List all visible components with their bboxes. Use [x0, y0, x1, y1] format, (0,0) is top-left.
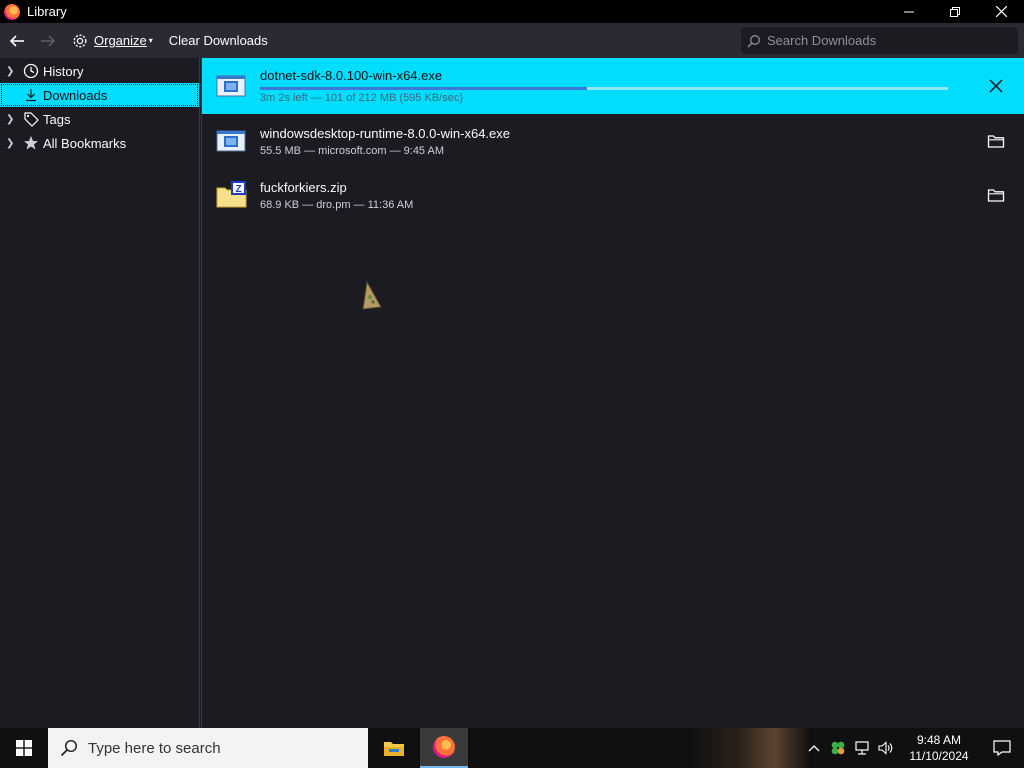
folder-icon: [987, 135, 1005, 148]
arrow-left-icon: [9, 34, 24, 47]
search-box: [741, 27, 1018, 54]
firefox-logo-icon: [4, 3, 20, 20]
download-progress-fill: [260, 87, 588, 90]
chevron-right-icon[interactable]: ❯: [6, 138, 18, 149]
desktop-pet-sprite-icon: [359, 280, 383, 314]
download-status: 68.9 KB — dro.pm — 11:36 AM: [260, 198, 414, 211]
download-progress-bar: [260, 87, 948, 90]
taskbar-search-box[interactable]: Type here to search: [48, 728, 368, 768]
organize-label: Organize: [94, 33, 147, 48]
sidebar-item-history[interactable]: ❯ History: [0, 59, 199, 83]
show-in-folder-button[interactable]: [976, 175, 1016, 215]
sidebar-item-label: Downloads: [43, 87, 108, 103]
chevron-right-icon[interactable]: ❯: [6, 114, 18, 125]
sidebar-item-label: Tags: [43, 111, 71, 127]
tray-app-icon[interactable]: [826, 728, 850, 768]
exe-file-icon: [216, 126, 246, 156]
close-icon: [989, 79, 1003, 93]
download-icon: [22, 86, 40, 104]
window-controls: [886, 0, 1024, 23]
clock-time: 9:48 AM: [916, 733, 962, 747]
chevron-right-icon[interactable]: ❯: [6, 66, 18, 77]
download-status: 55.5 MB — microsoft.com — 9:45 AM: [260, 144, 445, 157]
library-toolbar: Organize ▾ Clear Downloads: [0, 23, 1024, 58]
file-explorer-icon: [384, 742, 404, 756]
sidebar-item-label: History: [43, 63, 84, 79]
exe-file-icon: [216, 71, 246, 101]
chevron-up-icon: [808, 745, 820, 752]
taskbar-search-placeholder: Type here to search: [88, 739, 221, 757]
clock-icon: [22, 62, 40, 80]
download-filename: fuckforkiers.zip: [260, 179, 347, 195]
sidebar-item-all-bookmarks[interactable]: ❯ All Bookmarks: [0, 131, 199, 155]
show-in-folder-button[interactable]: [976, 121, 1016, 161]
download-filename: windowsdesktop-runtime-8.0.0-win-x64.exe: [260, 125, 511, 141]
chevron-down-icon: ▾: [148, 36, 153, 45]
close-window-button[interactable]: [978, 0, 1024, 23]
sidebar-item-tags[interactable]: ❯ Tags: [0, 107, 199, 131]
speaker-icon: [878, 741, 893, 755]
taskbar-clock[interactable]: 9:48 AM 11/10/2024: [904, 732, 974, 764]
clock-date: 11/10/2024: [909, 749, 969, 763]
sidebar-item-label: All Bookmarks: [43, 135, 127, 151]
clear-downloads-button[interactable]: Clear Downloads: [169, 33, 268, 48]
download-item[interactable]: windowsdesktop-runtime-8.0.0-win-x64.exe…: [202, 114, 1024, 168]
network-button[interactable]: [850, 728, 874, 768]
svg-text:Z: Z: [235, 184, 241, 195]
firefox-icon: [433, 736, 455, 758]
forward-button[interactable]: [34, 27, 62, 55]
notification-icon: [993, 740, 1011, 756]
volume-button[interactable]: [874, 728, 898, 768]
network-icon: [855, 741, 869, 755]
notifications-button[interactable]: [980, 728, 1024, 768]
title-bar: Library: [0, 0, 1024, 23]
window-title: Library: [27, 4, 67, 19]
library-sidebar: ❯ History Downloads ❯ Tags ❯ All Bookmar…: [0, 58, 200, 728]
back-button[interactable]: [3, 27, 31, 55]
download-item[interactable]: Z fuckforkiers.zip 68.9 KB — dro.pm — 11…: [202, 168, 1024, 222]
organize-menu-button[interactable]: Organize ▾: [68, 28, 157, 54]
clover-icon: [831, 741, 845, 755]
minimize-button[interactable]: [886, 0, 932, 23]
wallpaper-fragment: [690, 728, 810, 768]
taskbar-file-explorer[interactable]: [370, 728, 418, 768]
download-filename: dotnet-sdk-8.0.100-win-x64.exe: [260, 68, 443, 83]
taskbar-firefox[interactable]: [420, 728, 468, 768]
download-status: 3m 2s left — 101 of 212 MB (595 KB/sec): [260, 92, 463, 104]
tag-icon: [22, 110, 40, 128]
cancel-download-button[interactable]: [976, 66, 1016, 106]
windows-taskbar: Type here to search 9:48 AM 11/10/2024: [0, 728, 1024, 768]
star-icon: [22, 134, 40, 152]
arrow-right-icon: [41, 34, 56, 47]
folder-icon: [987, 189, 1005, 202]
download-item[interactable]: dotnet-sdk-8.0.100-win-x64.exe 3m 2s lef…: [202, 58, 1024, 114]
zip-file-icon: Z: [216, 180, 247, 210]
restore-button[interactable]: [932, 0, 978, 23]
search-downloads-input[interactable]: [765, 32, 1005, 49]
show-hidden-icons-button[interactable]: [802, 728, 826, 768]
system-tray: 9:48 AM 11/10/2024: [802, 728, 1024, 768]
gear-icon: [73, 34, 87, 47]
downloads-list: dotnet-sdk-8.0.100-win-x64.exe 3m 2s lef…: [201, 58, 1024, 728]
search-icon: [747, 34, 760, 47]
windows-logo-icon: [16, 740, 32, 756]
start-button[interactable]: [0, 728, 48, 768]
search-icon: [60, 739, 78, 757]
sidebar-item-downloads[interactable]: Downloads: [0, 83, 199, 107]
